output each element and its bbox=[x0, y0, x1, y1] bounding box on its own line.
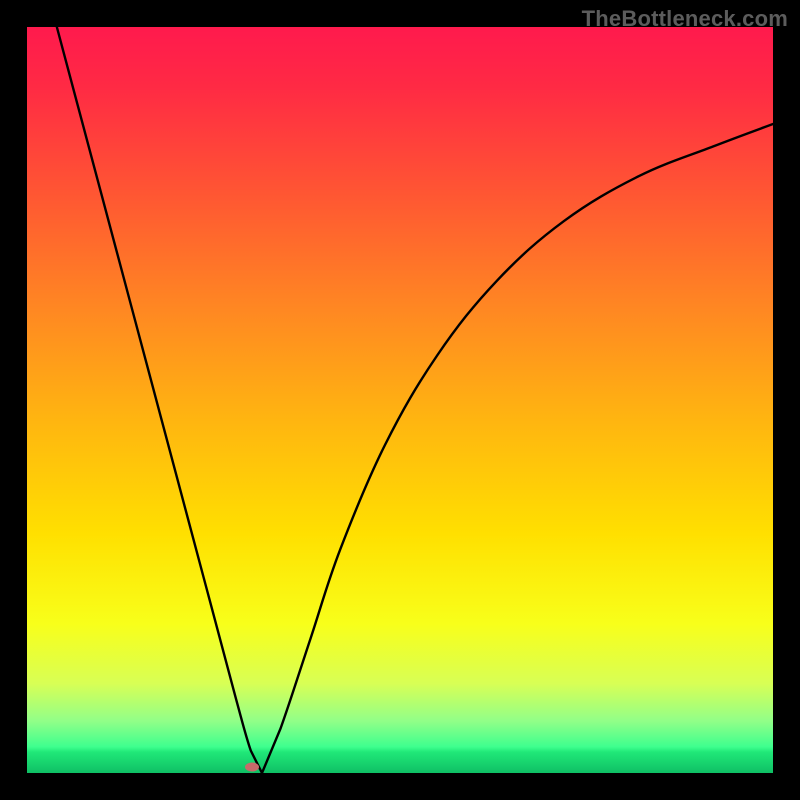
minimum-marker bbox=[245, 763, 259, 772]
watermark-text: TheBottleneck.com bbox=[582, 6, 788, 32]
bottleneck-curve bbox=[27, 27, 773, 773]
chart-frame: TheBottleneck.com bbox=[0, 0, 800, 800]
curve-path bbox=[57, 27, 773, 773]
plot-area bbox=[27, 27, 773, 773]
